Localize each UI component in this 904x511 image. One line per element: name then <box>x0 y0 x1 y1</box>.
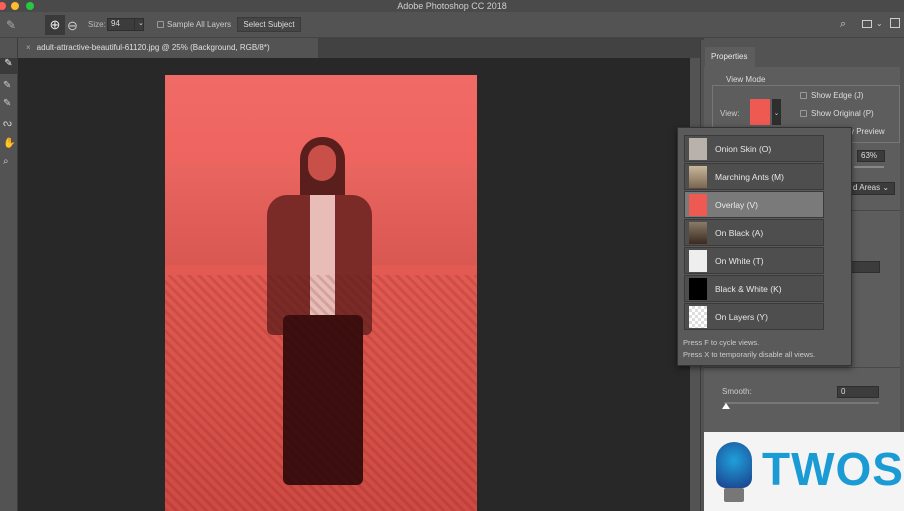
item-label: Marching Ants (M) <box>715 172 784 182</box>
view-label: View: <box>720 109 740 118</box>
title-bar: Adobe Photoshop CC 2018 <box>0 0 904 12</box>
document-title: adult-attractive-beautiful-61120.jpg @ 2… <box>36 43 270 52</box>
size-dropdown-icon[interactable]: ⌄ <box>134 18 144 31</box>
brush-tool-preset-icon[interactable]: ✎ <box>6 18 16 32</box>
opacity-slider[interactable] <box>854 166 884 168</box>
onion-skin-thumbnail <box>689 138 707 160</box>
item-label: Black & White (K) <box>715 284 782 294</box>
workspace-icon[interactable] <box>862 20 872 28</box>
lasso-tool-icon[interactable]: ᔓ <box>3 118 12 129</box>
brush-tool-icon[interactable]: ✎ <box>3 98 11 109</box>
hand-tool-icon[interactable]: ✋ <box>3 138 15 149</box>
sample-all-layers-label: Sample All Layers <box>167 20 232 29</box>
view-mode-label: View Mode <box>722 75 770 84</box>
item-label: On Black (A) <box>715 228 764 238</box>
overlay-thumbnail <box>689 194 707 216</box>
refine-edge-brush-icon[interactable]: ✎ <box>3 80 11 91</box>
lightbulb-icon <box>716 442 752 488</box>
view-option-on-layers[interactable]: On Layers (Y) <box>684 303 824 330</box>
options-bar: ✎ ⊕ ⊖ Size: 94 ⌄ Sample All Layers Selec… <box>0 12 904 38</box>
black-white-thumbnail <box>689 278 707 300</box>
add-to-selection-icon[interactable]: ⊕ <box>45 15 65 35</box>
view-mode-menu: Onion Skin (O) Marching Ants (M) Overlay… <box>677 127 852 366</box>
item-label: On Layers (Y) <box>715 312 768 322</box>
view-option-marching-ants[interactable]: Marching Ants (M) <box>684 163 824 190</box>
maximize-window-button[interactable] <box>26 2 34 10</box>
select-subject-button[interactable]: Select Subject <box>237 17 301 32</box>
disable-hint: Press X to temporarily disable all views… <box>683 350 816 359</box>
view-option-black-white[interactable]: Black & White (K) <box>684 275 824 302</box>
subject-face <box>308 145 336 181</box>
item-label: On White (T) <box>715 256 764 266</box>
size-label: Size: <box>88 20 106 29</box>
smooth-slider[interactable] <box>724 402 879 404</box>
show-original-label: Show Original (P) <box>811 109 874 118</box>
smooth-label: Smooth: <box>722 387 752 396</box>
show-edge-checkbox[interactable] <box>800 92 807 99</box>
sample-all-layers-checkbox[interactable] <box>157 21 164 28</box>
item-label: Onion Skin (O) <box>715 144 772 154</box>
on-white-thumbnail <box>689 250 707 272</box>
window-title: Adobe Photoshop CC 2018 <box>397 1 507 11</box>
zoom-tool-icon[interactable]: ⌕ <box>3 156 9 167</box>
minimize-window-button[interactable] <box>11 2 19 10</box>
quick-selection-tool-icon[interactable]: ✎ <box>0 58 17 74</box>
size-input[interactable]: 94 <box>107 18 135 31</box>
view-option-on-black[interactable]: On Black (A) <box>684 219 824 246</box>
workspace-chevron-icon[interactable]: ⌄ <box>876 19 883 28</box>
document-tab[interactable]: × adult-attractive-beautiful-61120.jpg @ … <box>18 38 318 58</box>
output-select[interactable]: d Areas ⌄ <box>849 182 895 195</box>
on-black-thumbnail <box>689 222 707 244</box>
opacity-input[interactable]: 63% <box>857 150 885 162</box>
twos-logo: TWOS <box>704 432 904 511</box>
view-option-on-white[interactable]: On White (T) <box>684 247 824 274</box>
smooth-slider-handle[interactable] <box>722 403 730 409</box>
properties-tab[interactable]: Properties <box>705 47 755 67</box>
cycle-hint: Press F to cycle views. <box>683 338 760 347</box>
logo-text: TWOS <box>762 443 904 495</box>
share-icon[interactable] <box>890 18 900 28</box>
marching-ants-thumbnail <box>689 166 707 188</box>
item-label: Overlay (V) <box>715 200 758 210</box>
on-layers-thumbnail <box>689 306 707 328</box>
high-quality-preview-label: y Preview <box>850 127 885 136</box>
smooth-input[interactable]: 0 <box>837 386 879 398</box>
view-option-overlay[interactable]: Overlay (V) <box>684 191 824 218</box>
output-select-value: d Areas <box>853 183 881 192</box>
view-thumbnail[interactable] <box>750 99 770 125</box>
view-option-onion-skin[interactable]: Onion Skin (O) <box>684 135 824 162</box>
subtract-from-selection-icon[interactable]: ⊖ <box>67 18 78 34</box>
close-tab-icon[interactable]: × <box>26 43 31 52</box>
document-image-overlay[interactable] <box>165 75 477 511</box>
view-dropdown-icon[interactable]: ⌄ <box>772 99 781 125</box>
search-icon[interactable]: ⌕ <box>840 18 846 31</box>
show-original-checkbox[interactable] <box>800 110 807 117</box>
tools-panel: ✎ ✎ ✎ ᔓ ✋ ⌕ <box>0 38 18 511</box>
show-edge-label: Show Edge (J) <box>811 91 864 100</box>
radius-input[interactable] <box>850 261 880 273</box>
